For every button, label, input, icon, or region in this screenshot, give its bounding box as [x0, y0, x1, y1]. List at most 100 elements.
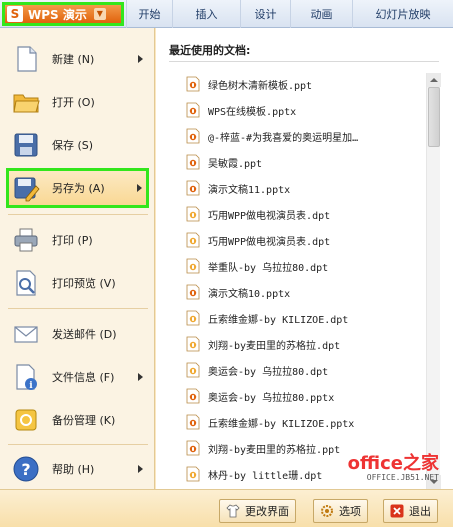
presentation-file-icon: [186, 362, 200, 378]
exit-button[interactable]: 退出: [383, 499, 438, 523]
bottom-bar: 更改界面 选项 退出: [0, 489, 453, 527]
save-disk-icon: [14, 133, 38, 156]
tab-slideshow[interactable]: 幻灯片放映: [352, 0, 453, 28]
recent-document-item[interactable]: 演示文稿10.pptx: [186, 281, 424, 303]
menu-new[interactable]: 新建 (N): [0, 37, 155, 80]
presentation-file-icon: [186, 440, 200, 456]
tshirt-icon: [226, 504, 240, 518]
menu-help-label: 帮助 (H): [52, 462, 95, 476]
menu-help[interactable]: ? 帮助 (H): [0, 447, 155, 490]
submenu-arrow-icon: [137, 184, 142, 192]
menu-divider: [8, 214, 148, 215]
scroll-thumb[interactable]: [428, 87, 440, 147]
presentation-file-icon: [186, 258, 200, 274]
menu-save-as-label: 另存为 (A): [52, 182, 105, 195]
submenu-arrow-icon: [138, 372, 143, 381]
svg-text:i: i: [29, 381, 33, 391]
help-icon: ?: [13, 456, 39, 481]
recent-document-name: 奥运会-by 乌拉拉80.dpt: [208, 366, 329, 378]
menu-save-as[interactable]: 另存为 (A): [6, 168, 149, 208]
recent-document-item[interactable]: 丘索维金娜-by KILIZOE.dpt: [186, 307, 424, 329]
file-info-icon: i: [16, 363, 37, 391]
presentation-file-icon: [186, 154, 200, 170]
recent-document-name: 刘翔-by麦田里的苏格拉.dpt: [208, 340, 341, 352]
menu-print[interactable]: 打印 (P): [0, 218, 155, 261]
recent-document-item[interactable]: @-梓蓝-#为我喜爱的奥运明星加…: [186, 125, 424, 147]
scroll-up-icon[interactable]: [427, 73, 441, 87]
print-preview-icon: [16, 269, 36, 296]
presentation-file-icon: [186, 128, 200, 144]
menu-open[interactable]: 打开 (O): [0, 80, 155, 123]
menu-save[interactable]: 保存 (S): [0, 123, 155, 166]
recent-document-name: WPS在线模板.pptx: [208, 106, 297, 118]
change-ui-label: 更改界面: [245, 505, 289, 518]
app-menu-button[interactable]: S WPS 演示 ▼: [2, 2, 124, 26]
scrollbar[interactable]: [426, 73, 441, 489]
dropdown-arrow-icon: ▼: [93, 8, 106, 20]
open-folder-icon: [13, 94, 40, 112]
recent-document-name: @-梓蓝-#为我喜爱的奥运明星加…: [208, 132, 359, 144]
menu-send-mail-label: 发送邮件 (D): [52, 327, 117, 341]
menu-file-info[interactable]: i 文件信息 (F): [0, 355, 155, 398]
presentation-file-icon: [186, 388, 200, 404]
recent-document-name: 奥运会-by 乌拉拉80.pptx: [208, 392, 335, 404]
menu-send-mail[interactable]: 发送邮件 (D): [0, 312, 155, 355]
recent-document-item[interactable]: 举重队-by 乌拉拉80.dpt: [186, 255, 424, 277]
recent-document-item[interactable]: 巧用WPP做电视演员表.dpt: [186, 203, 424, 225]
close-icon: [390, 504, 404, 518]
recent-document-name: 绿色树木清新模板.ppt: [208, 80, 313, 92]
presentation-file-icon: [186, 102, 200, 118]
recent-document-item[interactable]: 奥运会-by 乌拉拉80.pptx: [186, 385, 424, 407]
menu-print-preview[interactable]: 打印预览 (V): [0, 261, 155, 304]
wps-logo-icon: S: [7, 6, 23, 22]
watermark: office之家 OFFICE.JB51.NET: [348, 455, 439, 483]
presentation-file-icon: [186, 466, 200, 482]
tab-design[interactable]: 设计: [240, 0, 290, 28]
menu-print-preview-label: 打印预览 (V): [52, 276, 116, 290]
presentation-file-icon: [186, 206, 200, 222]
presentation-file-icon: [186, 232, 200, 248]
recent-document-item[interactable]: 刘翔-by麦田里的苏格拉.dpt: [186, 333, 424, 355]
tab-home[interactable]: 开始: [126, 0, 172, 28]
menu-file-info-label: 文件信息 (F): [52, 370, 115, 384]
presentation-file-icon: [186, 310, 200, 326]
change-ui-button[interactable]: 更改界面: [219, 499, 296, 523]
gear-icon: [321, 505, 333, 517]
printer-icon: [14, 228, 38, 251]
recent-document-item[interactable]: 吴敏霞.ppt: [186, 151, 424, 173]
presentation-file-icon: [186, 414, 200, 430]
tab-animation[interactable]: 动画: [290, 0, 352, 28]
recent-document-name: 丘索维金娜-by KILIZOE.pptx: [208, 418, 355, 430]
menu-print-label: 打印 (P): [52, 233, 93, 247]
file-menu: 新建 (N) 打开 (O) 保存 (S) 另存为 (A) 打印 (P) 打印预览…: [0, 28, 155, 489]
menu-divider: [8, 308, 148, 309]
recent-documents-panel: 最近使用的文档: 绿色树木清新模板.ppt WPS在线模板.pptx @-梓蓝-#为…: [156, 28, 453, 489]
recent-document-item[interactable]: 奥运会-by 乌拉拉80.dpt: [186, 359, 424, 381]
options-button[interactable]: 选项: [313, 499, 368, 523]
recent-document-item[interactable]: 演示文稿11.pptx: [186, 177, 424, 199]
presentation-file-icon: [186, 336, 200, 352]
menu-backup[interactable]: 备份管理 (K): [0, 398, 155, 441]
submenu-arrow-icon: [138, 464, 143, 473]
menu-save-label: 保存 (S): [52, 138, 94, 152]
svg-text:?: ?: [21, 460, 30, 479]
recent-document-list: 绿色树木清新模板.ppt WPS在线模板.pptx @-梓蓝-#为我喜爱的奥运明星加…: [186, 73, 424, 489]
recent-heading: 最近使用的文档:: [169, 44, 251, 57]
options-label: 选项: [339, 505, 361, 518]
menu-backup-label: 备份管理 (K): [52, 413, 116, 427]
recent-document-item[interactable]: WPS在线模板.pptx: [186, 99, 424, 121]
backup-icon: [15, 409, 37, 430]
recent-document-name: 刘翔-by麦田里的苏格拉.ppt: [208, 444, 341, 456]
mail-icon: [14, 325, 38, 343]
app-name: WPS 演示: [28, 7, 87, 22]
recent-document-name: 举重队-by 乌拉拉80.dpt: [208, 262, 329, 274]
recent-document-name: 演示文稿11.pptx: [208, 184, 291, 196]
tab-insert[interactable]: 插入: [172, 0, 240, 28]
presentation-file-icon: [186, 76, 200, 92]
menu-open-label: 打开 (O): [52, 95, 95, 109]
recent-document-item[interactable]: 丘索维金娜-by KILIZOE.pptx: [186, 411, 424, 433]
recent-document-item[interactable]: 巧用WPP做电视演员表.dpt: [186, 229, 424, 251]
menu-new-label: 新建 (N): [52, 52, 95, 66]
watermark-sub: OFFICE.JB51.NET: [366, 473, 439, 482]
recent-document-item[interactable]: 绿色树木清新模板.ppt: [186, 73, 424, 95]
